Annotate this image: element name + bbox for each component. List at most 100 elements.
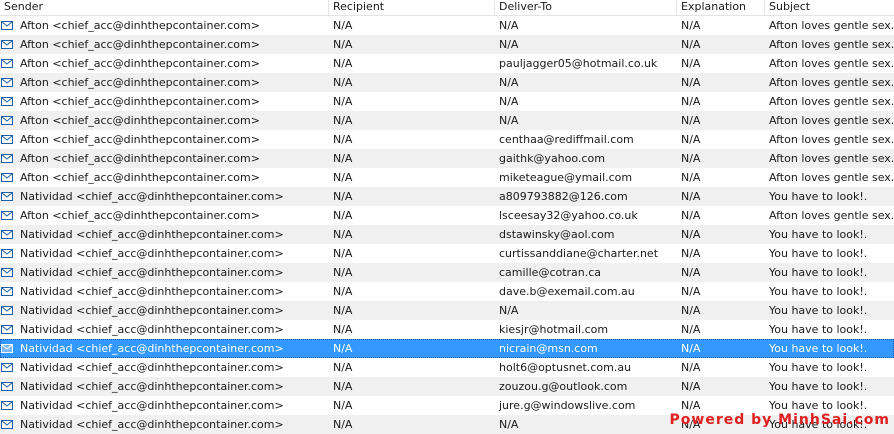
sender-text: Natividad <chief_acc@dinhthepcontainer.c… [20,380,284,393]
table-row[interactable]: Afton <chief_acc@dinhthepcontainer.com> N… [0,206,894,225]
subject-cell: You have to look!. [769,361,868,374]
deliver-to-cell: dstawinsky@aol.com [499,228,615,241]
table-row[interactable]: Afton <chief_acc@dinhthepcontainer.com> N… [0,168,894,187]
column-header-row: Sender Recipient Deliver-To Explanation … [0,0,894,16]
recipient-cell: N/A [333,247,353,260]
sender-cell: Natividad <chief_acc@dinhthepcontainer.c… [0,396,329,415]
recipient-cell: N/A [333,152,353,165]
recipient-cell: N/A [333,380,353,393]
sender-text: Natividad <chief_acc@dinhthepcontainer.c… [20,190,284,203]
sender-text: Natividad <chief_acc@dinhthepcontainer.c… [20,247,284,260]
mail-envelope-icon [0,396,14,415]
table-row[interactable]: Afton <chief_acc@dinhthepcontainer.com> N… [0,35,894,54]
explanation-cell: N/A [681,133,701,146]
sender-cell: Afton <chief_acc@dinhthepcontainer.com> [0,130,329,149]
column-header-deliver-to[interactable]: Deliver-To [495,0,677,15]
sender-text: Afton <chief_acc@dinhthepcontainer.com> [20,95,260,108]
subject-cell: You have to look!. [769,323,868,336]
table-row[interactable]: Natividad <chief_acc@dinhthepcontainer.c… [0,263,894,282]
deliver-to-cell: holt6@optusnet.com.au [499,361,632,374]
mail-envelope-icon [0,130,14,149]
subject-cell: Afton loves gentle sex. [769,38,894,51]
subject-cell: Afton loves gentle sex. [769,114,894,127]
table-row[interactable]: Afton <chief_acc@dinhthepcontainer.com> N… [0,73,894,92]
explanation-cell: N/A [681,323,701,336]
sender-text: Afton <chief_acc@dinhthepcontainer.com> [20,19,260,32]
table-row[interactable]: Natividad <chief_acc@dinhthepcontainer.c… [0,225,894,244]
sender-cell: Natividad <chief_acc@dinhthepcontainer.c… [0,301,329,320]
recipient-cell: N/A [333,76,353,89]
explanation-cell: N/A [681,95,701,108]
deliver-to-cell: N/A [499,114,519,127]
explanation-cell: N/A [681,76,701,89]
subject-cell: You have to look!. [769,190,868,203]
explanation-cell: N/A [681,285,701,298]
subject-cell: You have to look!. [769,342,868,355]
deliver-to-cell: N/A [499,304,519,317]
mail-envelope-icon [0,206,14,225]
table-row[interactable]: Afton <chief_acc@dinhthepcontainer.com> N… [0,54,894,73]
table-row[interactable]: Natividad <chief_acc@dinhthepcontainer.c… [0,358,894,377]
sender-text: Afton <chief_acc@dinhthepcontainer.com> [20,57,260,70]
sender-cell: Afton <chief_acc@dinhthepcontainer.com> [0,111,329,130]
sender-text: Natividad <chief_acc@dinhthepcontainer.c… [20,266,284,279]
table-row[interactable]: Afton <chief_acc@dinhthepcontainer.com> N… [0,111,894,130]
sender-text: Natividad <chief_acc@dinhthepcontainer.c… [20,228,284,241]
sender-text: Natividad <chief_acc@dinhthepcontainer.c… [20,418,284,431]
recipient-cell: N/A [333,38,353,51]
message-list: Sender Recipient Deliver-To Explanation … [0,0,894,434]
sender-cell: Afton <chief_acc@dinhthepcontainer.com> [0,92,329,111]
sender-text: Natividad <chief_acc@dinhthepcontainer.c… [20,342,284,355]
sender-text: Afton <chief_acc@dinhthepcontainer.com> [20,133,260,146]
column-header-sender[interactable]: Sender [0,0,329,15]
explanation-cell: N/A [681,38,701,51]
sender-cell: Natividad <chief_acc@dinhthepcontainer.c… [0,263,329,282]
recipient-cell: N/A [333,228,353,241]
sender-text: Natividad <chief_acc@dinhthepcontainer.c… [20,323,284,336]
mail-envelope-icon [0,301,14,320]
table-row[interactable]: Afton <chief_acc@dinhthepcontainer.com> N… [0,130,894,149]
table-row[interactable]: Natividad <chief_acc@dinhthepcontainer.c… [0,244,894,263]
recipient-cell: N/A [333,190,353,203]
explanation-cell: N/A [681,171,701,184]
explanation-cell: N/A [681,19,701,32]
explanation-cell: N/A [681,228,701,241]
subject-cell: You have to look!. [769,266,868,279]
recipient-cell: N/A [333,266,353,279]
table-row[interactable]: Natividad <chief_acc@dinhthepcontainer.c… [0,187,894,206]
subject-cell: Afton loves gentle sex. [769,95,894,108]
mail-envelope-icon [0,415,14,434]
column-header-recipient[interactable]: Recipient [329,0,495,15]
deliver-to-cell: zouzou.g@outlook.com [499,380,628,393]
sender-text: Natividad <chief_acc@dinhthepcontainer.c… [20,285,284,298]
subject-cell: Afton loves gentle sex. [769,19,894,32]
recipient-cell: N/A [333,209,353,222]
deliver-to-cell: dave.b@exemail.com.au [499,285,635,298]
sender-cell: Natividad <chief_acc@dinhthepcontainer.c… [0,244,329,263]
table-row[interactable]: Natividad <chief_acc@dinhthepcontainer.c… [0,377,894,396]
column-header-explanation[interactable]: Explanation [677,0,765,15]
table-row-selected[interactable]: Natividad <chief_acc@dinhthepcontainer.c… [0,339,894,358]
table-row[interactable]: Afton <chief_acc@dinhthepcontainer.com> N… [0,16,894,35]
table-row[interactable]: Natividad <chief_acc@dinhthepcontainer.c… [0,301,894,320]
mail-envelope-icon [0,282,14,301]
subject-cell: You have to look!. [769,304,868,317]
table-row[interactable]: Natividad <chief_acc@dinhthepcontainer.c… [0,282,894,301]
table-row[interactable]: Afton <chief_acc@dinhthepcontainer.com> N… [0,149,894,168]
sender-cell: Afton <chief_acc@dinhthepcontainer.com> [0,206,329,225]
deliver-to-cell: camille@cotran.ca [499,266,602,279]
sender-text: Natividad <chief_acc@dinhthepcontainer.c… [20,361,284,374]
mail-envelope-icon [0,244,14,263]
column-header-subject[interactable]: Subject [765,0,894,15]
recipient-cell: N/A [333,399,353,412]
table-row[interactable]: Natividad <chief_acc@dinhthepcontainer.c… [0,320,894,339]
deliver-to-cell: pauljagger05@hotmail.co.uk [499,57,658,70]
table-row[interactable]: Afton <chief_acc@dinhthepcontainer.com> N… [0,92,894,111]
mail-envelope-icon [0,73,14,92]
subject-cell: Afton loves gentle sex. [769,133,894,146]
subject-cell: Afton loves gentle sex. [769,57,894,70]
recipient-cell: N/A [333,171,353,184]
deliver-to-cell: gaithk@yahoo.com [499,152,605,165]
explanation-cell: N/A [681,342,701,355]
sender-cell: Afton <chief_acc@dinhthepcontainer.com> [0,168,329,187]
